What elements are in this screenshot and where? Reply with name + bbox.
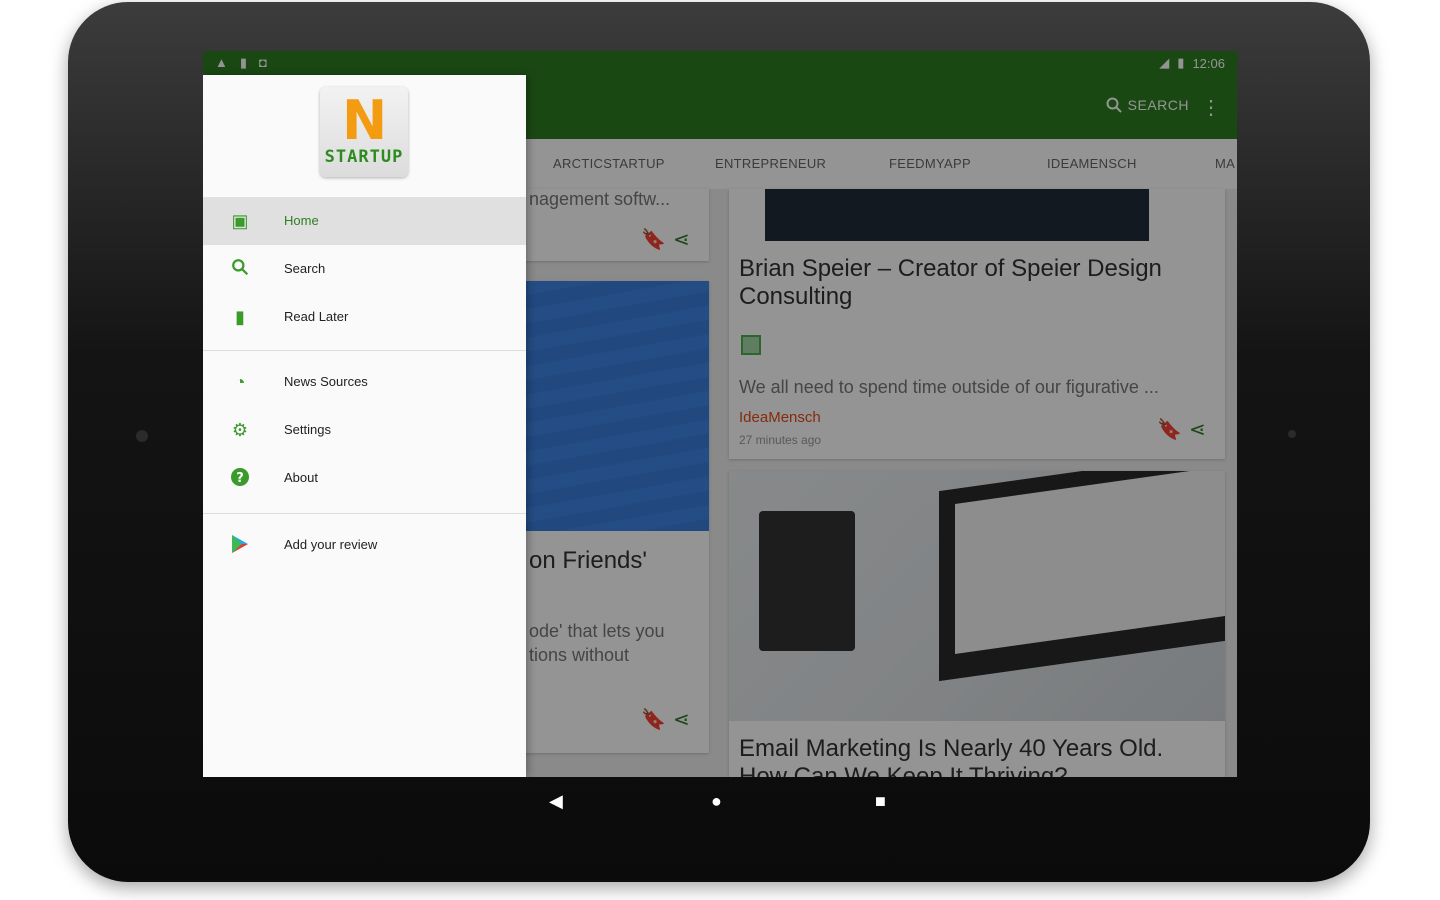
drawer-divider — [203, 513, 526, 514]
sensor-dot — [1288, 430, 1296, 438]
drawer-item-news-sources[interactable]: ◔ News Sources — [203, 358, 526, 406]
home-button-icon[interactable]: ● — [711, 791, 722, 812]
book-icon: ▮ — [235, 307, 245, 327]
search-icon — [229, 258, 251, 280]
play-store-icon — [229, 534, 251, 556]
drawer-item-settings[interactable]: ⚙ Settings — [203, 406, 526, 454]
drawer-item-label: Settings — [284, 422, 331, 437]
camera-dot — [136, 430, 148, 442]
svg-text:?: ? — [236, 471, 244, 486]
help-icon: ? — [229, 467, 251, 489]
gear-icon: ⚙ — [231, 420, 249, 440]
recents-button-icon[interactable]: ■ — [875, 791, 886, 812]
device-screen: ▲ ▮ ◘ ◢ ▮ 12:06 SEARCH ⋮ ARCTICSTARTUP E… — [203, 51, 1237, 777]
system-nav-bar: ◀ ● ■ — [203, 777, 1237, 825]
drawer-item-label: Read Later — [284, 309, 349, 324]
drawer-item-about[interactable]: ? About — [203, 454, 526, 502]
drawer-item-read-later[interactable]: ▮ Read Later — [203, 293, 526, 341]
drawer-item-label: Add your review — [284, 537, 378, 552]
drawer-item-label: News Sources — [284, 374, 368, 389]
logo-n-mark: N — [342, 89, 388, 152]
drawer-item-home[interactable]: ▣ Home — [203, 197, 526, 245]
drawer-item-label: About — [284, 470, 318, 485]
drawer-item-label: Home — [284, 213, 319, 228]
app-logo: N STARTUP — [320, 87, 408, 177]
drawer-item-add-review[interactable]: Add your review — [203, 521, 526, 569]
library-books-icon: ▣ — [231, 211, 249, 231]
drawer-item-label: Search — [284, 261, 326, 276]
logo-wordmark: STARTUP — [324, 147, 404, 167]
rss-icon: ◔ — [234, 372, 246, 392]
drawer-divider — [203, 350, 526, 351]
drawer-item-search[interactable]: Search — [203, 245, 526, 293]
navigation-drawer: N STARTUP ▣ Home Search ▮ Read Later ◔ N… — [203, 75, 526, 777]
back-button-icon[interactable]: ◀ — [549, 791, 563, 812]
